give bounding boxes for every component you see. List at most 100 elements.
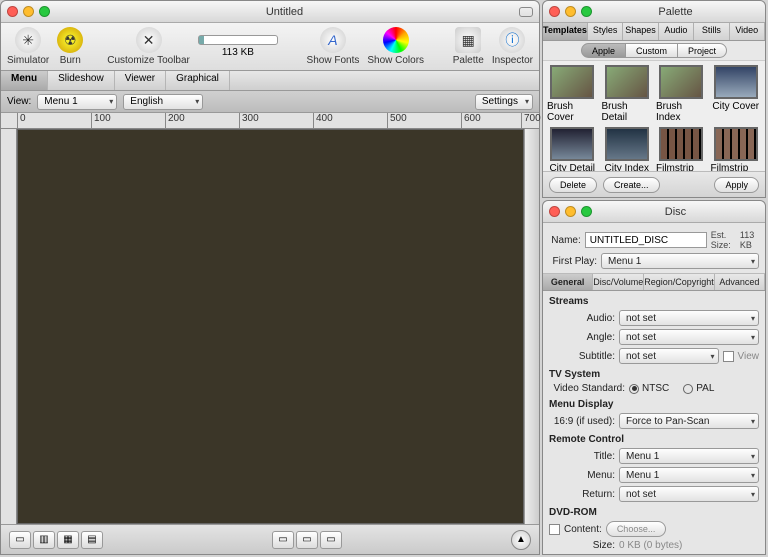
subtab-apple[interactable]: Apple (581, 43, 626, 58)
tab-region-copyright[interactable]: Region/Copyright (644, 274, 715, 290)
tab-graphical[interactable]: Graphical (166, 71, 230, 90)
tab-disc-volume[interactable]: Disc/Volume (593, 274, 644, 290)
disc-titlebar[interactable]: Disc (543, 201, 765, 223)
ruler-tick: 100 (91, 113, 111, 128)
audio-dropdown[interactable]: not set (619, 310, 759, 326)
add-dropzone-button[interactable]: ▭ (320, 531, 342, 549)
view-mode-3-button[interactable]: ▦ (57, 531, 79, 549)
template-thumb (605, 127, 649, 161)
angle-dropdown[interactable]: not set (619, 329, 759, 345)
view-checkbox[interactable] (723, 351, 734, 362)
tab-audio[interactable]: Audio (659, 23, 694, 40)
tab-stills[interactable]: Stills (694, 23, 729, 40)
zoom-icon[interactable] (581, 206, 592, 217)
customize-toolbar-button[interactable]: ✕ Customize Toolbar (107, 27, 190, 66)
simulator-icon: ✳ (15, 27, 41, 53)
palette-item[interactable]: City Index (602, 127, 653, 171)
palette-titlebar[interactable]: Palette (543, 1, 765, 23)
view-mode-1-button[interactable]: ▭ (9, 531, 31, 549)
settings-dropdown[interactable]: Settings (475, 94, 533, 110)
ntsc-radio[interactable]: NTSC (629, 383, 669, 394)
tab-menu[interactable]: Menu (1, 71, 48, 90)
tab-video[interactable]: Video (730, 23, 765, 40)
first-play-dropdown[interactable]: Menu 1 (601, 253, 759, 269)
toolbar-toggle-icon[interactable] (519, 7, 533, 17)
zoom-icon[interactable] (581, 6, 592, 17)
editor-tabbar: Menu Slideshow Viewer Graphical (1, 71, 539, 91)
close-icon[interactable] (549, 206, 560, 217)
minimize-icon[interactable] (23, 6, 34, 17)
menu-canvas[interactable] (17, 129, 524, 524)
tab-advanced[interactable]: Advanced (715, 274, 765, 290)
pal-radio[interactable]: PAL (683, 383, 714, 394)
palette-item[interactable]: Filmstrip C... (656, 127, 707, 171)
settings-label: Settings (482, 96, 518, 107)
minimize-icon[interactable] (565, 6, 576, 17)
delete-button[interactable]: Delete (549, 177, 597, 193)
main-titlebar[interactable]: Untitled (1, 1, 539, 23)
disc-window-controls (549, 206, 592, 217)
name-field[interactable] (585, 232, 707, 248)
dvdrom-size-label: Size: (549, 540, 615, 551)
subtitle-dropdown[interactable]: not set (619, 348, 719, 364)
tab-viewer[interactable]: Viewer (115, 71, 166, 90)
subtitle-label: Subtitle: (549, 351, 615, 362)
subtitle-value: not set (626, 351, 656, 362)
remote-title-dropdown[interactable]: Menu 1 (619, 448, 759, 464)
palette-item[interactable]: City Cover (711, 65, 762, 123)
tab-general[interactable]: General (543, 274, 593, 290)
content-checkbox[interactable] (549, 524, 560, 535)
show-fonts-label: Show Fonts (307, 55, 360, 66)
pal-label: PAL (696, 383, 714, 394)
palette-item[interactable]: Brush Index (656, 65, 707, 123)
palette-item-label: Brush Index (656, 101, 707, 123)
add-button-button[interactable]: ▭ (272, 531, 294, 549)
palette-item[interactable]: City Detail (547, 127, 598, 171)
palette-label: Palette (453, 55, 484, 66)
tab-styles[interactable]: Styles (588, 23, 623, 40)
close-icon[interactable] (7, 6, 18, 17)
minimize-icon[interactable] (565, 206, 576, 217)
add-text-button[interactable]: ▭ (296, 531, 318, 549)
template-thumb (714, 127, 758, 161)
palette-item[interactable]: Filmstrip D... (711, 127, 762, 171)
remote-return-dropdown[interactable]: not set (619, 486, 759, 502)
angle-label: Angle: (549, 332, 615, 343)
view-mode-2-button[interactable]: ▥ (33, 531, 55, 549)
language-dropdown-value: English (130, 96, 163, 107)
sixteen-nine-dropdown[interactable]: Force to Pan-Scan (619, 413, 759, 429)
show-fonts-button[interactable]: A Show Fonts (307, 27, 360, 66)
tab-slideshow[interactable]: Slideshow (48, 71, 115, 90)
create-button[interactable]: Create... (603, 177, 660, 193)
palette-item[interactable]: Brush Cover (547, 65, 598, 123)
palette-button[interactable]: ▦ Palette (453, 27, 484, 66)
preview-button[interactable]: ▲ (511, 530, 531, 550)
palette-grid[interactable]: Brush Cover Brush Detail Brush Index Cit… (543, 61, 765, 171)
show-colors-button[interactable]: Show Colors (367, 27, 424, 66)
ruler-horizontal: 0 100 200 300 400 500 600 700 (1, 113, 539, 129)
disc-body: Name: Est. Size: 113 KB First Play: Menu… (543, 223, 765, 554)
menu-dropdown[interactable]: Menu 1 (37, 94, 117, 110)
template-thumb (659, 127, 703, 161)
simulator-label: Simulator (7, 55, 49, 66)
language-dropdown[interactable]: English (123, 94, 203, 110)
burn-button[interactable]: ☢ Burn (57, 27, 83, 66)
apply-button[interactable]: Apply (714, 177, 759, 193)
choose-button[interactable]: Choose... (606, 521, 667, 537)
remote-title-label: Title: (549, 451, 615, 462)
palette-item[interactable]: Brush Detail (602, 65, 653, 123)
vertical-scrollbar[interactable] (524, 129, 539, 524)
palette-subtabs: Apple Custom Project (543, 41, 765, 61)
subtab-project[interactable]: Project (678, 43, 727, 58)
inspector-button[interactable]: ⓘ Inspector (492, 27, 533, 66)
remote-menu-dropdown[interactable]: Menu 1 (619, 467, 759, 483)
subtab-custom[interactable]: Custom (626, 43, 678, 58)
tab-templates[interactable]: Templates (543, 23, 588, 40)
template-thumb (714, 65, 758, 99)
zoom-icon[interactable] (39, 6, 50, 17)
tab-shapes[interactable]: Shapes (623, 23, 658, 40)
disc-title: Disc (592, 206, 759, 218)
simulator-button[interactable]: ✳ Simulator (7, 27, 49, 66)
close-icon[interactable] (549, 6, 560, 17)
view-mode-4-button[interactable]: ▤ (81, 531, 103, 549)
